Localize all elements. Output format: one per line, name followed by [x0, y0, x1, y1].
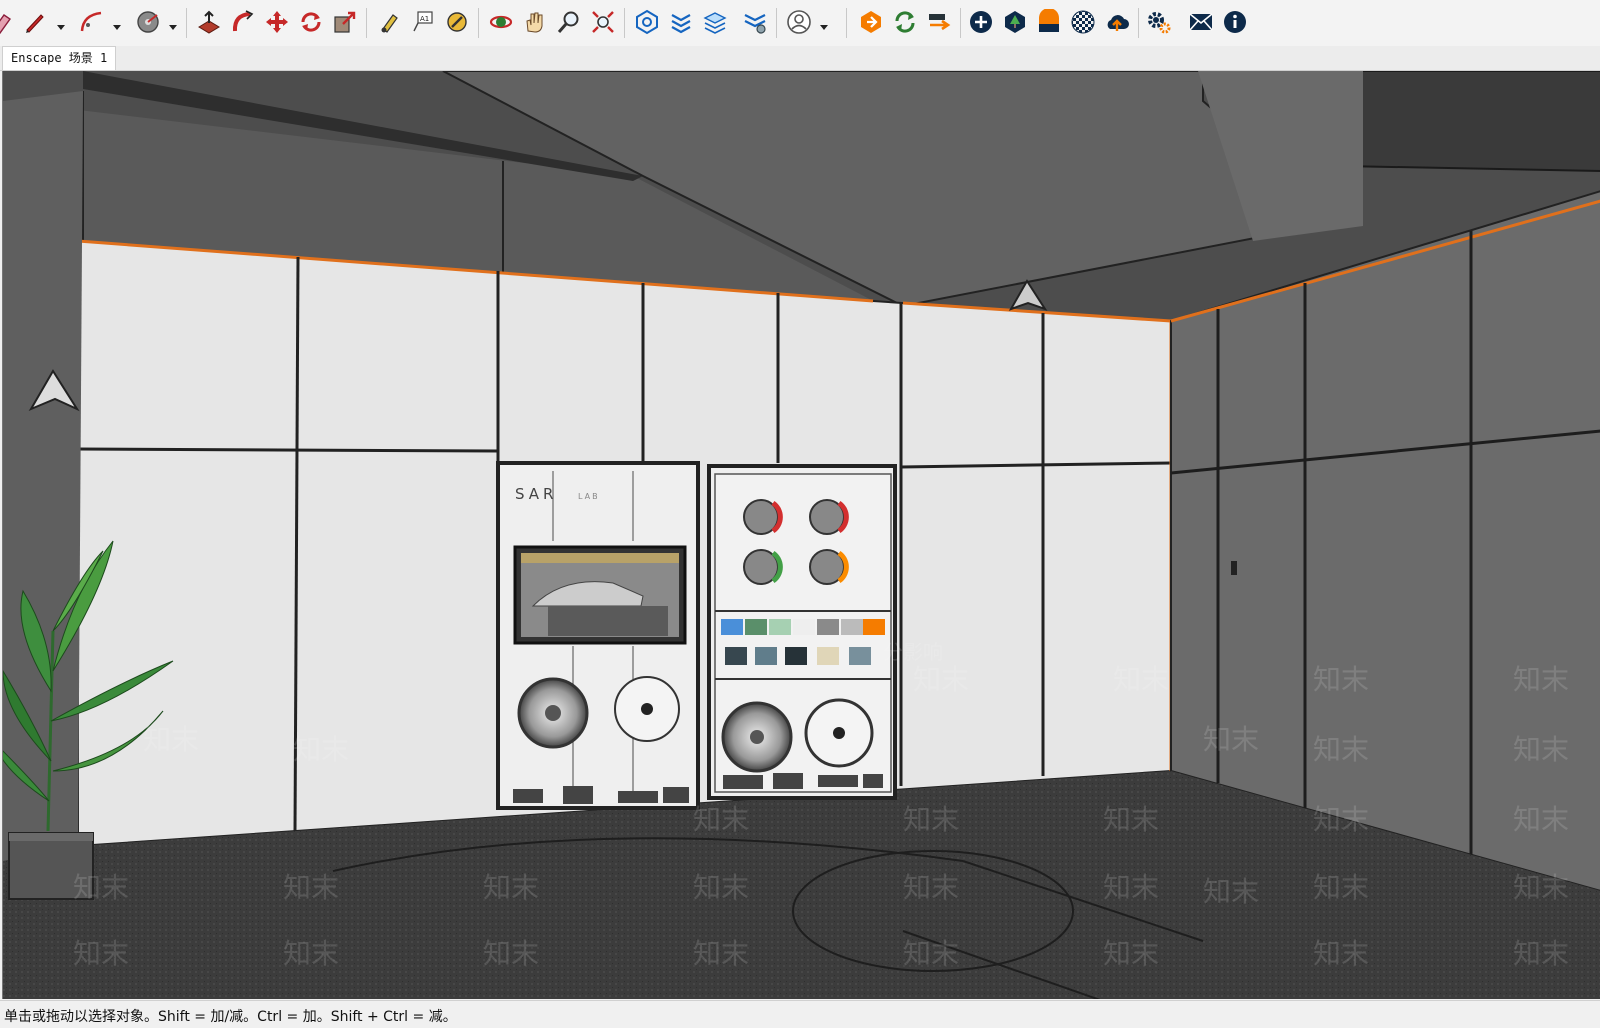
eraser-icon[interactable]: [0, 7, 18, 37]
paint-bucket-icon[interactable]: [374, 7, 404, 37]
checker-icon[interactable]: [1068, 7, 1098, 37]
pan-icon[interactable]: [520, 7, 550, 37]
layers-icon[interactable]: [700, 7, 730, 37]
push-pull-icon[interactable]: [194, 7, 224, 37]
chevron-down-icon[interactable]: [112, 17, 122, 30]
svg-text:知末: 知末: [143, 723, 199, 756]
toolbar-separator: [478, 8, 479, 38]
add-icon[interactable]: [966, 7, 996, 37]
toolbar-separator: [960, 8, 961, 38]
svg-text:知末: 知末: [693, 871, 749, 904]
svg-text:知末: 知末: [483, 871, 539, 904]
brand-logo: SAR: [515, 485, 557, 503]
svg-text:知末: 知末: [1313, 663, 1369, 696]
svg-text:知末: 知末: [283, 871, 339, 904]
svg-text:知末: 知末: [1313, 803, 1369, 836]
svg-text:知末: 知末: [1203, 723, 1259, 756]
text-icon[interactable]: A1: [408, 7, 438, 37]
svg-text:知末: 知末: [903, 871, 959, 904]
chevron-down-icon[interactable]: [819, 17, 829, 30]
svg-text:分影响: 分影响: [883, 640, 943, 664]
toolbar-separator: [1138, 8, 1139, 38]
toolbar-separator: [624, 8, 625, 38]
arc-icon[interactable]: [77, 7, 107, 37]
move-icon[interactable]: [262, 7, 292, 37]
main-toolbar: A1: [0, 0, 1600, 47]
svg-text:知末: 知末: [1513, 663, 1569, 696]
toolbar-separator: [776, 8, 777, 38]
svg-text:知末: 知末: [1313, 733, 1369, 766]
svg-text:知末: 知末: [913, 663, 969, 696]
svg-text:知末: 知末: [1113, 663, 1169, 696]
svg-text:知末: 知末: [283, 937, 339, 970]
svg-text:知末: 知末: [903, 937, 959, 970]
model-viewport[interactable]: SAR LAB 知末 知末 知末 知末 知末 知末 知末 知末 知末 知末 知末…: [2, 71, 1600, 999]
account-icon[interactable]: [784, 7, 814, 37]
orbit-icon[interactable]: [486, 7, 516, 37]
extension-icon[interactable]: [666, 7, 696, 37]
zoom-extents-icon[interactable]: [588, 7, 618, 37]
svg-text:知末: 知末: [1513, 871, 1569, 904]
brand-logo-sub: LAB: [578, 492, 600, 501]
svg-text:知末: 知末: [1513, 803, 1569, 836]
enscape-capture-icon[interactable]: [924, 7, 954, 37]
svg-text:知末: 知末: [1103, 803, 1159, 836]
scene-render: SAR LAB 知末 知末 知末 知末 知末 知末 知末 知末 知末 知末 知末…: [3, 71, 1600, 999]
upload-icon[interactable]: [1102, 7, 1132, 37]
toolbar-separator: [846, 8, 847, 38]
svg-text:知末: 知末: [293, 733, 349, 766]
scale-icon[interactable]: [330, 7, 360, 37]
toolbar-separator: [366, 8, 367, 38]
svg-text:知末: 知末: [1513, 733, 1569, 766]
tag-icon[interactable]: [442, 7, 472, 37]
scene-tab-bar: Enscape 场景 1: [0, 46, 1600, 71]
toolbar-separator: [186, 8, 187, 38]
info-icon[interactable]: [1220, 7, 1250, 37]
svg-text:知末: 知末: [1103, 937, 1159, 970]
svg-text:知末: 知末: [1313, 937, 1369, 970]
enscape-sync-icon[interactable]: [890, 7, 920, 37]
svg-text:知末: 知末: [693, 937, 749, 970]
svg-text:知末: 知末: [693, 803, 749, 836]
chevron-down-icon[interactable]: [168, 17, 178, 30]
svg-text:知末: 知末: [483, 937, 539, 970]
components-icon[interactable]: [740, 7, 770, 37]
pencil-icon[interactable]: [20, 7, 50, 37]
rotate-icon[interactable]: [296, 7, 326, 37]
svg-text:知末: 知末: [1313, 871, 1369, 904]
material-icon[interactable]: [1034, 7, 1064, 37]
settings-icon[interactable]: [1144, 7, 1174, 37]
status-bar: 单击或拖动以选择对象。Shift = 加/减。Ctrl = 加。Shift + …: [0, 1000, 1600, 1028]
enscape-start-icon[interactable]: [856, 7, 886, 37]
mail-icon[interactable]: [1186, 7, 1216, 37]
tape-measure-icon[interactable]: [133, 7, 163, 37]
svg-text:知末: 知末: [73, 871, 129, 904]
svg-text:知末: 知末: [1103, 871, 1159, 904]
status-text: 单击或拖动以选择对象。Shift = 加/减。Ctrl = 加。Shift + …: [4, 1009, 457, 1025]
warehouse-icon[interactable]: [632, 7, 662, 37]
tree-icon[interactable]: [1000, 7, 1030, 37]
svg-text:知末: 知末: [1513, 937, 1569, 970]
chevron-down-icon[interactable]: [56, 17, 66, 30]
svg-text:知末: 知末: [73, 937, 129, 970]
svg-text:A1: A1: [420, 15, 429, 23]
zoom-icon[interactable]: [554, 7, 584, 37]
svg-text:知末: 知末: [1203, 875, 1259, 908]
follow-me-icon[interactable]: [228, 7, 258, 37]
tab-scene-1[interactable]: Enscape 场景 1: [2, 46, 117, 70]
svg-text:知末: 知末: [903, 803, 959, 836]
